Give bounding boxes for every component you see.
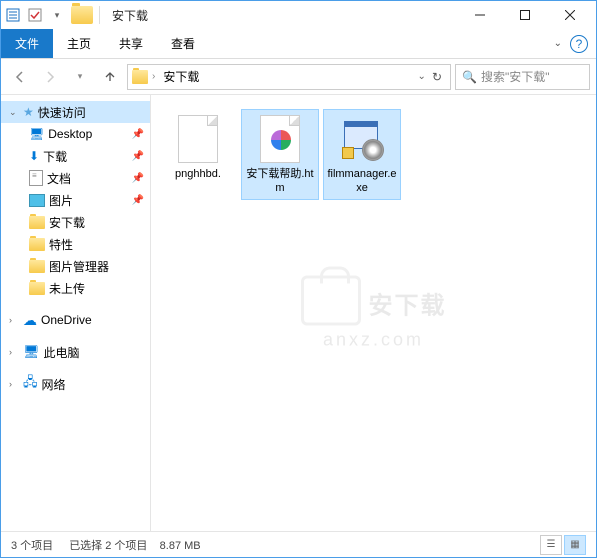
folder-icon — [71, 6, 93, 24]
address-dropdown-icon[interactable]: ⌄ — [418, 71, 426, 82]
downloads-icon: ⬇ — [29, 149, 39, 163]
sidebar-item-label: OneDrive — [41, 313, 92, 327]
properties-icon[interactable] — [5, 7, 21, 23]
ribbon-expand-icon[interactable]: ⌄ — [554, 38, 562, 49]
desktop-icon: 🖥 — [29, 127, 44, 141]
checkbox-icon[interactable] — [27, 7, 43, 23]
pictures-icon — [29, 194, 45, 207]
pin-icon: 📌 — [132, 151, 144, 162]
address-bar[interactable]: › 安下载 ⌄ ↻ — [127, 64, 451, 90]
file-name: pnghhbd. — [175, 167, 221, 181]
statusbar: 3 个项目 已选择 2 个项目 8.87 MB ☰ ▦ — [1, 531, 596, 557]
tab-file[interactable]: 文件 — [1, 29, 53, 58]
forward-button[interactable] — [37, 64, 63, 90]
sidebar-item-documents[interactable]: 文档 📌 — [1, 167, 150, 189]
file-item[interactable]: 安下载帮助.htm — [241, 109, 319, 200]
folder-icon — [29, 282, 45, 295]
pc-icon: 🖥 — [23, 344, 40, 360]
file-item[interactable]: pnghhbd. — [159, 109, 237, 200]
pin-icon: 📌 — [132, 195, 144, 206]
folder-icon — [29, 238, 45, 251]
back-button[interactable] — [7, 64, 33, 90]
sidebar-item-label: 未上传 — [49, 280, 85, 297]
sidebar-item-label: 文档 — [47, 170, 71, 187]
sidebar-item-label: 安下载 — [49, 214, 85, 231]
search-icon: 🔍 — [462, 70, 477, 84]
tab-share[interactable]: 共享 — [105, 29, 157, 58]
collapse-icon[interactable]: ⌄ — [9, 107, 19, 118]
sidebar-item-pictures[interactable]: 图片 📌 — [1, 189, 150, 211]
network-icon: 🖧 — [23, 373, 38, 395]
sidebar-item-downloads[interactable]: ⬇ 下载 📌 — [1, 145, 150, 167]
sidebar-item-unupload[interactable]: 未上传 — [1, 277, 150, 299]
sidebar-item-label: Desktop — [48, 127, 92, 141]
sidebar-item-quick-access[interactable]: ⌄ ★ 快速访问 — [1, 101, 150, 123]
star-icon: ★ — [23, 105, 34, 119]
explorer-window: ▾ 安下载 文件 主页 共享 查看 ⌄ ? ▾ › 安下载 ⌄ — [0, 0, 597, 558]
maximize-button[interactable] — [502, 1, 547, 29]
folder-icon — [29, 216, 45, 229]
breadcrumb[interactable]: 安下载 — [159, 68, 203, 85]
close-button[interactable] — [547, 1, 592, 29]
pin-icon: 📌 — [132, 173, 144, 184]
pin-icon: 📌 — [132, 129, 144, 140]
up-button[interactable] — [97, 64, 123, 90]
sidebar-item-label: 下载 — [43, 148, 67, 165]
file-item[interactable]: filmmanager.exe — [323, 109, 401, 200]
sidebar-item-label: 网络 — [42, 376, 66, 393]
sidebar-item-thispc[interactable]: › 🖥 此电脑 — [1, 341, 150, 363]
content-pane[interactable]: 安下载 anxz.com pnghhbd. — [151, 95, 596, 531]
tab-home[interactable]: 主页 — [53, 29, 105, 58]
file-name: filmmanager.exe — [327, 167, 397, 196]
sidebar-item-label: 图片 — [49, 192, 73, 209]
status-size: 8.87 MB — [160, 540, 201, 552]
sidebar-item-props[interactable]: 特性 — [1, 233, 150, 255]
tab-view[interactable]: 查看 — [157, 29, 209, 58]
sidebar-item-anxz[interactable]: 安下载 — [1, 211, 150, 233]
expand-icon[interactable]: › — [9, 315, 19, 325]
recent-dropdown-icon[interactable]: ▾ — [67, 64, 93, 90]
ribbon: 文件 主页 共享 查看 ⌄ ? — [1, 29, 596, 59]
sidebar-item-desktop[interactable]: 🖥 Desktop 📌 — [1, 123, 150, 145]
sidebar-item-network[interactable]: › 🖧 网络 — [1, 373, 150, 395]
file-grid: pnghhbd. 安下载帮助.htm filmmanager.exe — [159, 109, 588, 200]
titlebar: ▾ 安下载 — [1, 1, 596, 29]
view-icons-button[interactable]: ▦ — [564, 535, 586, 555]
minimize-button[interactable] — [457, 1, 502, 29]
search-placeholder: 搜索"安下载" — [481, 68, 550, 85]
file-blank-icon — [173, 113, 223, 165]
expand-icon[interactable]: › — [9, 379, 19, 389]
address-folder-icon — [132, 70, 148, 84]
sidebar-item-label: 图片管理器 — [49, 258, 109, 275]
view-details-button[interactable]: ☰ — [540, 535, 562, 555]
expand-icon[interactable]: › — [9, 347, 19, 357]
navbar: ▾ › 安下载 ⌄ ↻ 🔍 搜索"安下载" — [1, 59, 596, 95]
status-item-count: 3 个项目 — [11, 537, 53, 553]
folder-icon — [29, 260, 45, 273]
file-htm-icon — [255, 113, 305, 165]
help-icon[interactable]: ? — [570, 35, 588, 53]
titlebar-dropdown-icon[interactable]: ▾ — [49, 7, 65, 23]
sidebar-item-picmgr[interactable]: 图片管理器 — [1, 255, 150, 277]
watermark: 安下载 anxz.com — [301, 276, 447, 351]
chevron-right-icon[interactable]: › — [152, 71, 155, 82]
status-selected-count: 已选择 2 个项目 — [69, 540, 147, 552]
sidebar-item-label: 此电脑 — [44, 344, 80, 361]
search-input[interactable]: 🔍 搜索"安下载" — [455, 64, 590, 90]
sidebar-item-label: 快速访问 — [38, 104, 86, 121]
refresh-button[interactable]: ↻ — [428, 70, 446, 84]
sidebar-item-onedrive[interactable]: › ☁ OneDrive — [1, 309, 150, 331]
sidebar: ⌄ ★ 快速访问 🖥 Desktop 📌 ⬇ 下载 📌 文档 📌 图 — [1, 95, 151, 531]
file-exe-icon — [337, 113, 387, 165]
window-title: 安下载 — [112, 7, 148, 24]
document-icon — [29, 170, 43, 186]
file-name: 安下载帮助.htm — [245, 167, 315, 196]
sidebar-item-label: 特性 — [49, 236, 73, 253]
cloud-icon: ☁ — [23, 312, 37, 329]
